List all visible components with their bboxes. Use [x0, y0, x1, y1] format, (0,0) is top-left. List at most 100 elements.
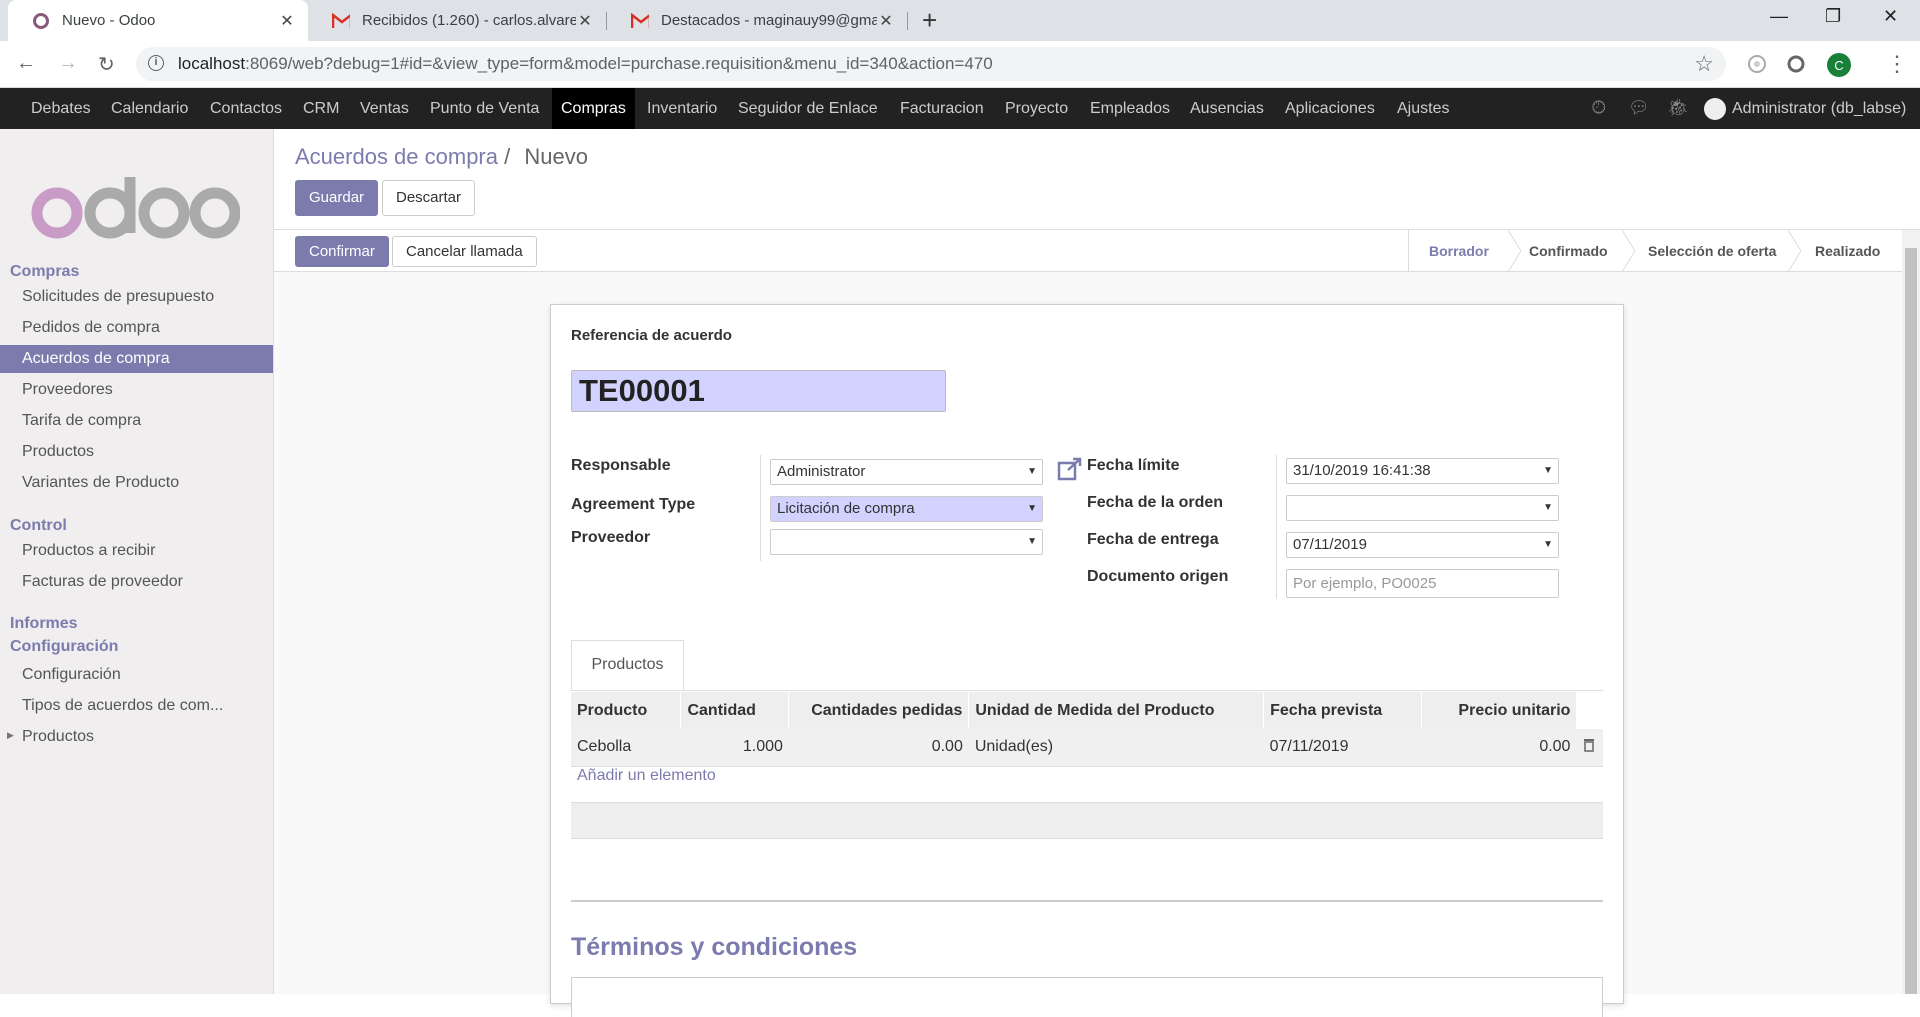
sidebar-section-configuracion[interactable]: Configuración: [10, 638, 118, 656]
menu-ventas[interactable]: Ventas: [351, 88, 418, 129]
sidebar-item-pedidos[interactable]: Pedidos de compra: [0, 314, 273, 342]
cell-cantidad[interactable]: 1.000: [680, 729, 789, 767]
col-producto[interactable]: Producto: [571, 692, 682, 729]
bookmark-star-icon[interactable]: ☆: [1694, 51, 1714, 77]
cell-fecha[interactable]: 07/11/2019: [1263, 729, 1422, 767]
close-tab-icon[interactable]: ✕: [877, 11, 895, 31]
back-icon[interactable]: ←: [16, 52, 36, 75]
restore-icon[interactable]: ❐: [1825, 6, 1841, 27]
menu-aplicaciones[interactable]: Aplicaciones: [1276, 88, 1384, 129]
avatar: [1704, 97, 1726, 120]
col-fecha-prevista[interactable]: Fecha prevista: [1263, 692, 1423, 729]
fecha-entrega-field[interactable]: 07/11/2019 ▼: [1286, 532, 1559, 558]
divider: [571, 690, 1603, 691]
scrollbar-thumb[interactable]: [1905, 248, 1917, 994]
terms-textarea[interactable]: [571, 977, 1603, 1017]
cell-precio[interactable]: 0.00: [1421, 729, 1577, 767]
sidebar-section-compras[interactable]: Compras: [10, 263, 79, 281]
menu-compras[interactable]: Compras: [552, 88, 635, 129]
sidebar-item-variantes[interactable]: Variantes de Producto: [0, 469, 273, 497]
sidebar-item-productos-config[interactable]: Productos: [0, 723, 273, 751]
forward-icon[interactable]: →: [58, 52, 78, 75]
breadcrumb-parent[interactable]: Acuerdos de compra: [295, 144, 498, 169]
close-window-icon[interactable]: ✕: [1883, 6, 1898, 27]
close-tab-icon[interactable]: ✕: [278, 11, 296, 31]
menu-empleados[interactable]: Empleados: [1081, 88, 1179, 129]
sidebar-item-productos-a-recibir[interactable]: Productos a recibir: [0, 537, 273, 565]
stage-realizado[interactable]: Realizado: [1815, 230, 1880, 272]
site-info-icon[interactable]: i: [148, 55, 164, 71]
menu-contactos[interactable]: Contactos: [201, 88, 291, 129]
menu-ajustes[interactable]: Ajustes: [1388, 88, 1458, 129]
sidebar-item-productos[interactable]: Productos: [0, 438, 273, 466]
address-bar-row: ← → ↻ i localhost:8069/web?debug=1#id=&v…: [0, 41, 1920, 88]
save-button[interactable]: Guardar: [295, 180, 379, 216]
sidebar-item-tarifa[interactable]: Tarifa de compra: [0, 407, 273, 435]
sidebar-item-proveedores[interactable]: Proveedores: [0, 376, 273, 404]
menu-calendario[interactable]: Calendario: [102, 88, 197, 129]
cell-producto[interactable]: Cebolla: [571, 729, 681, 767]
external-link-icon[interactable]: [1057, 457, 1083, 484]
col-unidad-medida[interactable]: Unidad de Medida del Producto: [968, 692, 1265, 729]
sidebar-item-facturas[interactable]: Facturas de proveedor: [0, 568, 273, 596]
dropdown-caret-icon: ▼: [1027, 536, 1037, 547]
sidebar-section-control[interactable]: Control: [10, 517, 67, 535]
discard-button[interactable]: Descartar: [382, 180, 476, 216]
trash-icon[interactable]: [1583, 738, 1595, 756]
documento-origen-label: Documento origen: [1087, 568, 1229, 585]
activity-clock-icon[interactable]: 🕘︎: [1592, 98, 1605, 118]
odoo-logo[interactable]: [30, 169, 241, 252]
sidebar-section-informes[interactable]: Informes: [10, 615, 78, 633]
reload-icon[interactable]: ↻: [98, 52, 115, 77]
menu-crm[interactable]: CRM: [294, 88, 348, 129]
cancel-call-button[interactable]: Cancelar llamada: [392, 236, 537, 267]
menu-facturacion[interactable]: Facturacion: [891, 88, 993, 129]
menu-ausencias[interactable]: Ausencias: [1181, 88, 1273, 129]
extension-icon[interactable]: [1785, 53, 1807, 78]
divider: [1276, 455, 1277, 599]
stage-confirmado[interactable]: Confirmado: [1529, 230, 1608, 272]
col-cantidades-pedidas[interactable]: Cantidades pedidas: [788, 692, 970, 729]
table-row[interactable]: Cebolla 1.000 0.00 Unidad(es) 07/11/2019…: [571, 729, 1603, 767]
sidebar-item-acuerdos[interactable]: Acuerdos de compra: [0, 345, 273, 373]
ref-input[interactable]: TE00001: [571, 370, 946, 412]
chrome-menu-icon[interactable]: ⋮: [1886, 51, 1908, 77]
sidebar-item-tipos-acuerdos[interactable]: Tipos de acuerdos de com...: [0, 692, 273, 720]
col-precio-unitario[interactable]: Precio unitario: [1421, 692, 1577, 729]
debug-bug-icon[interactable]: 🐞︎: [1667, 98, 1689, 118]
profile-avatar[interactable]: C: [1826, 52, 1852, 81]
terms-title: Términos y condiciones: [571, 933, 858, 961]
browser-tab-gmail-inbox[interactable]: Recibidos (1.260) - carlos.alvarez ✕: [308, 0, 606, 41]
close-tab-icon[interactable]: ✕: [576, 11, 594, 31]
col-cantidad[interactable]: Cantidad: [680, 692, 790, 729]
new-tab-icon[interactable]: +: [922, 6, 937, 34]
proveedor-field[interactable]: ▼: [770, 529, 1043, 555]
minimize-icon[interactable]: —: [1770, 6, 1788, 27]
cell-pedidas[interactable]: 0.00: [788, 729, 969, 767]
extension-icon[interactable]: [1746, 53, 1768, 78]
ref-label: Referencia de acuerdo: [571, 327, 732, 344]
stage-seleccion-oferta[interactable]: Selección de oferta: [1648, 230, 1776, 272]
fecha-limite-field[interactable]: 31/10/2019 16:41:38 ▼: [1286, 458, 1559, 484]
browser-tab-gmail-starred[interactable]: Destacados - maginauy99@gmai ✕: [607, 0, 907, 41]
sidebar-item-solicitudes[interactable]: Solicitudes de presupuesto: [0, 283, 273, 311]
fecha-orden-field[interactable]: ▼: [1286, 495, 1559, 521]
menu-proyecto[interactable]: Proyecto: [996, 88, 1077, 129]
cell-uom[interactable]: Unidad(es): [968, 729, 1264, 767]
menu-inventario[interactable]: Inventario: [638, 88, 726, 129]
confirm-button[interactable]: Confirmar: [295, 236, 389, 267]
browser-tab-odoo[interactable]: Nuevo - Odoo ✕: [8, 0, 308, 41]
user-menu[interactable]: Administrator (db_labse): [1704, 88, 1906, 129]
chat-icon[interactable]: 💬︎: [1628, 98, 1650, 118]
menu-seguidor-de-enlace[interactable]: Seguidor de Enlace: [729, 88, 887, 129]
omnibox[interactable]: i localhost:8069/web?debug=1#id=&view_ty…: [136, 47, 1726, 81]
stage-borrador[interactable]: Borrador: [1429, 230, 1489, 272]
menu-punto-de-venta[interactable]: Punto de Venta: [421, 88, 548, 129]
agreement-type-select[interactable]: Licitación de compra ▼: [770, 496, 1043, 522]
documento-origen-input[interactable]: Por ejemplo, PO0025: [1286, 569, 1559, 598]
add-line-link[interactable]: Añadir un elemento: [577, 767, 716, 785]
sidebar-item-configuracion[interactable]: Configuración: [0, 661, 273, 689]
responsable-field[interactable]: Administrator ▼: [770, 459, 1043, 485]
tab-productos[interactable]: Productos: [571, 640, 684, 691]
menu-debates[interactable]: Debates: [22, 88, 100, 129]
